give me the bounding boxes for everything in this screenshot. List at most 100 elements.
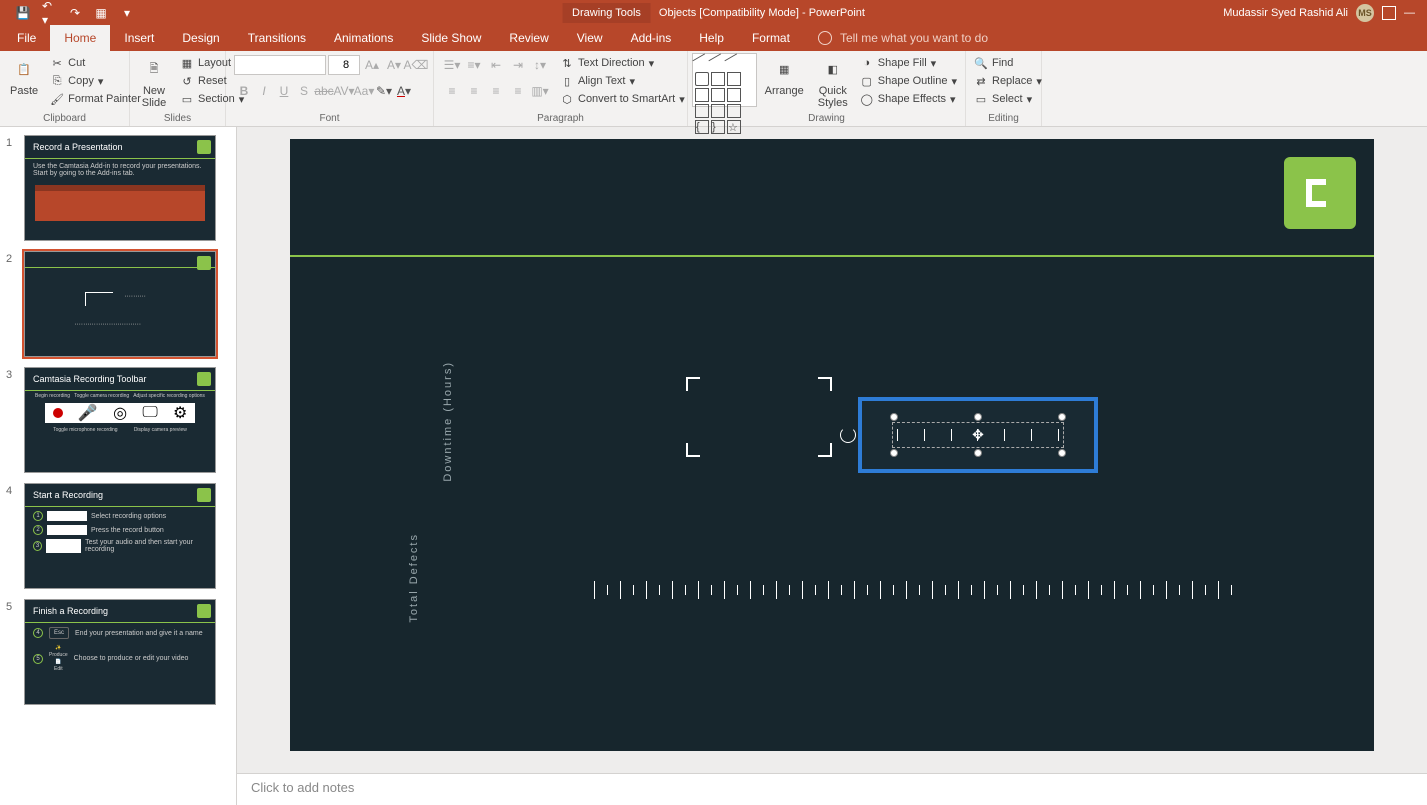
shape-effects-button[interactable]: ◯Shape Effects ▾	[856, 91, 961, 107]
thumb-number: 5	[6, 599, 18, 705]
align-text-button[interactable]: ▯Align Text ▾	[556, 73, 689, 89]
slide-thumbnail-1[interactable]: Record a Presentation Use the Camtasia A…	[24, 135, 216, 241]
smartart-label: Convert to SmartArt	[578, 93, 675, 105]
line-spacing-icon[interactable]: ↕▾	[530, 55, 550, 75]
tab-format[interactable]: Format	[738, 25, 804, 51]
selection-handle[interactable]	[890, 449, 898, 457]
shapes-gallery[interactable]: {}☆	[692, 53, 757, 107]
smartart-icon: ⬡	[560, 92, 574, 106]
columns-icon[interactable]: ▥▾	[530, 81, 550, 101]
cut-icon: ✂	[50, 56, 64, 70]
thumb3-bot1: Toggle microphone recording	[53, 427, 117, 433]
font-name-input[interactable]	[234, 55, 326, 75]
thumb3-col2: Toggle camera recording	[74, 393, 129, 399]
notes-placeholder: Click to add notes	[251, 780, 354, 795]
ribbon-display-icon[interactable]	[1382, 6, 1396, 20]
paste-button[interactable]: 📋 Paste	[4, 53, 44, 99]
document-title: Objects [Compatibility Mode] - PowerPoin…	[659, 7, 865, 19]
redo-icon[interactable]: ↷	[68, 6, 82, 20]
clear-formatting-icon[interactable]: A⌫	[406, 55, 426, 75]
text-direction-label: Text Direction	[578, 57, 645, 69]
decrease-indent-icon[interactable]: ⇤	[486, 55, 506, 75]
qat-dropdown-icon[interactable]: ▾	[120, 6, 134, 20]
workspace: 1 Record a Presentation Use the Camtasia…	[0, 127, 1427, 805]
tab-review[interactable]: Review	[495, 25, 562, 51]
change-case-icon[interactable]: Aa▾	[354, 81, 374, 101]
save-icon[interactable]: 💾	[16, 6, 30, 20]
shadow-button[interactable]: S	[294, 81, 314, 101]
italic-button[interactable]: I	[254, 81, 274, 101]
slide-thumbnail-3[interactable]: Camtasia Recording Toolbar Begin recordi…	[24, 367, 216, 473]
new-slide-label: New Slide	[142, 85, 166, 109]
tab-transitions[interactable]: Transitions	[234, 25, 320, 51]
strike-button[interactable]: abc	[314, 81, 334, 101]
quick-styles-button[interactable]: ◧Quick Styles	[812, 53, 854, 111]
shape-outline-button[interactable]: ▢Shape Outline ▾	[856, 73, 961, 89]
convert-smartart-button[interactable]: ⬡Convert to SmartArt ▾	[556, 91, 689, 107]
select-button[interactable]: ▭Select ▾	[970, 91, 1046, 107]
justify-icon[interactable]: ≡	[508, 81, 528, 101]
tab-design[interactable]: Design	[168, 25, 233, 51]
thumb-number: 2	[6, 251, 18, 357]
minimize-button[interactable]: —	[1404, 7, 1415, 19]
increase-font-icon[interactable]: A▴	[362, 55, 382, 75]
align-left-icon[interactable]: ≡	[442, 81, 462, 101]
section-icon: ▭	[180, 92, 194, 106]
bullets-icon[interactable]: ☰▾	[442, 55, 462, 75]
tab-animations[interactable]: Animations	[320, 25, 407, 51]
contextual-tab-label: Drawing Tools	[562, 3, 651, 23]
paste-label: Paste	[10, 85, 38, 97]
align-center-icon[interactable]: ≡	[464, 81, 484, 101]
find-icon: 🔍	[974, 56, 988, 70]
divider-line	[290, 255, 1374, 257]
shape-fill-button[interactable]: ◑Shape Fill ▾	[856, 55, 961, 71]
slide-canvas[interactable]: Downtime (Hours) Total Defects	[290, 139, 1374, 751]
tab-view[interactable]: View	[563, 25, 617, 51]
notes-pane[interactable]: Click to add notes	[237, 773, 1427, 805]
start-from-beginning-icon[interactable]: ▦	[94, 6, 108, 20]
tab-file[interactable]: File	[3, 25, 50, 51]
text-direction-button[interactable]: ⇅Text Direction ▾	[556, 55, 689, 71]
numbering-icon[interactable]: ≡▾	[464, 55, 484, 75]
tab-addins[interactable]: Add-ins	[617, 25, 686, 51]
replace-button[interactable]: ⇄Replace ▾	[970, 73, 1046, 89]
thumb3-col1: Begin recording	[35, 393, 70, 399]
tab-slideshow[interactable]: Slide Show	[407, 25, 495, 51]
selection-handle[interactable]	[974, 413, 982, 421]
selection-handle[interactable]	[1058, 449, 1066, 457]
slide-thumbnail-4[interactable]: Start a Recording 1Select recording opti…	[24, 483, 216, 589]
slide-thumbnails-panel[interactable]: 1 Record a Presentation Use the Camtasia…	[0, 127, 237, 805]
undo-icon[interactable]: ↶ ▾	[42, 6, 56, 20]
tab-help[interactable]: Help	[685, 25, 738, 51]
arrange-button[interactable]: ▦Arrange	[759, 53, 810, 99]
selection-handle[interactable]	[890, 413, 898, 421]
slide-canvas-area[interactable]: Downtime (Hours) Total Defects	[237, 127, 1427, 773]
font-color-icon[interactable]: A▾	[394, 81, 414, 101]
selection-handle[interactable]	[974, 449, 982, 457]
axis-label-defects: Total Defects	[408, 533, 420, 623]
effects-icon: ◯	[860, 92, 874, 106]
group-label-paragraph: Paragraph	[438, 111, 683, 126]
slide-thumbnail-5[interactable]: Finish a Recording 4EscEnd your presenta…	[24, 599, 216, 705]
decrease-font-icon[interactable]: A▾	[384, 55, 404, 75]
camtasia-logo	[1284, 157, 1356, 229]
thumb5-step2: Choose to produce or edit your video	[74, 655, 189, 662]
rotation-handle[interactable]	[840, 427, 856, 443]
selection-handle[interactable]	[1058, 413, 1066, 421]
tab-insert[interactable]: Insert	[110, 25, 168, 51]
selected-shape[interactable]: ✥	[858, 397, 1098, 473]
highlight-icon[interactable]: ✎▾	[374, 81, 394, 101]
bold-button[interactable]: B	[234, 81, 254, 101]
tell-me-search[interactable]: Tell me what you want to do	[804, 25, 1002, 51]
increase-indent-icon[interactable]: ⇥	[508, 55, 528, 75]
new-slide-button[interactable]: 🗎 New Slide	[134, 53, 174, 111]
thumb-number: 1	[6, 135, 18, 241]
user-avatar[interactable]: MS	[1356, 4, 1374, 22]
font-size-input[interactable]	[328, 55, 360, 75]
tab-home[interactable]: Home	[50, 25, 110, 51]
slide-thumbnail-2[interactable]: '''''''''' '''''''''''''''''''''''''''''…	[24, 251, 216, 357]
find-button[interactable]: 🔍Find	[970, 55, 1046, 71]
underline-button[interactable]: U	[274, 81, 294, 101]
char-spacing-icon[interactable]: AV▾	[334, 81, 354, 101]
align-right-icon[interactable]: ≡	[486, 81, 506, 101]
